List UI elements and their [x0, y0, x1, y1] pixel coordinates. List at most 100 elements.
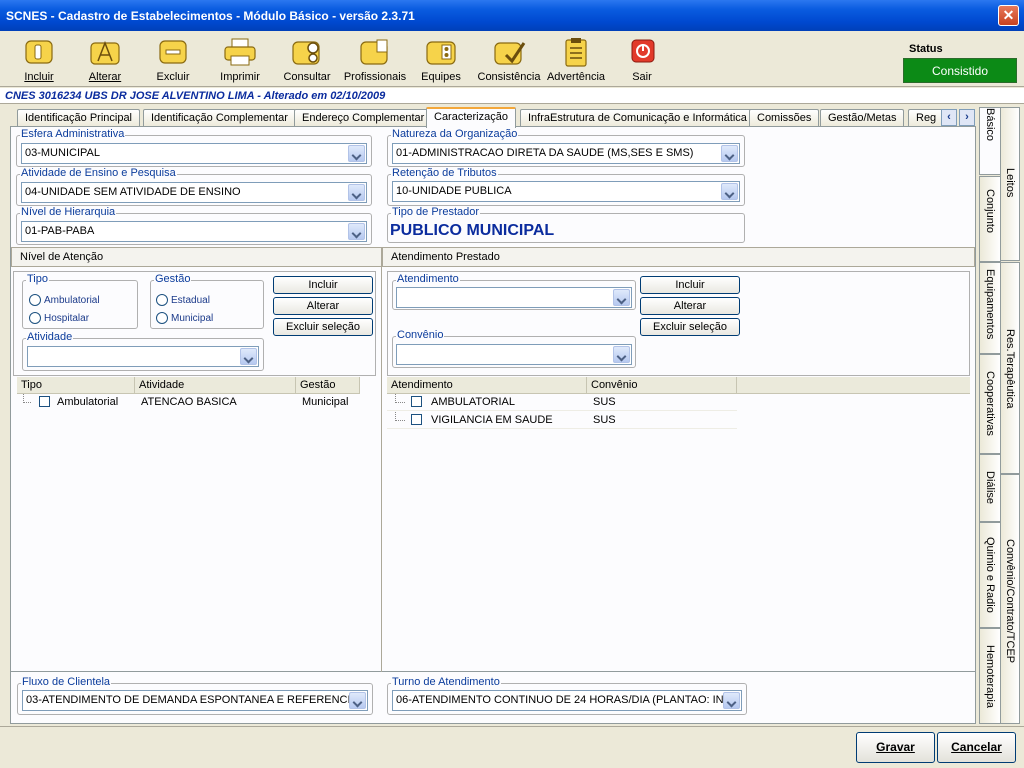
- tab-gestao-metas[interactable]: Gestão/Metas: [820, 109, 905, 127]
- table-row[interactable]: VIGILANCIA EM SAUDE SUS: [387, 412, 737, 429]
- chevron-down-icon[interactable]: [349, 692, 366, 709]
- tab-comissoes[interactable]: Comissões: [749, 109, 820, 127]
- convenio-select[interactable]: [396, 344, 632, 365]
- gravar-button[interactable]: Gravar: [856, 732, 935, 763]
- close-window-button[interactable]: ✕: [998, 5, 1019, 26]
- col-convenio[interactable]: Convênio: [587, 377, 737, 393]
- retencao-select[interactable]: 10-UNIDADE PUBLICA: [392, 181, 740, 202]
- chevron-down-icon[interactable]: [240, 348, 257, 365]
- row-checkbox[interactable]: [411, 394, 422, 411]
- radio-circle-icon: [156, 294, 168, 306]
- cancelar-label: Cancelar: [951, 740, 1002, 754]
- side-tab-cooperativas[interactable]: Cooperativas: [979, 354, 1001, 454]
- nivel-atencao-header: Nível de Atenção: [11, 247, 382, 267]
- atend-incluir-button[interactable]: Incluir: [640, 276, 740, 294]
- radio-estadual[interactable]: Estadual: [156, 294, 210, 306]
- window-title: SCNES - Cadastro de Estabelecimentos - M…: [6, 9, 415, 23]
- nivel-incluir-button[interactable]: Incluir: [273, 276, 373, 294]
- chevron-down-icon[interactable]: [721, 183, 738, 200]
- excluir-label: Excluir: [156, 71, 190, 83]
- table-row[interactable]: Ambulatorial ATENCAO BASICA Municipal: [17, 394, 360, 411]
- tree-connector: [23, 394, 31, 403]
- tipo-prestador-label: Tipo de Prestador: [391, 206, 481, 219]
- chevron-down-icon[interactable]: [721, 145, 738, 162]
- nivel-hierarquia-select[interactable]: 01-PAB-PABA: [21, 221, 367, 242]
- tab-identificacao-principal[interactable]: Identificação Principal: [17, 109, 141, 127]
- row-checkbox[interactable]: [411, 412, 422, 429]
- advertencia-button[interactable]: Advertência: [542, 35, 610, 85]
- side-tab-dialise[interactable]: Diálise: [979, 454, 1001, 522]
- natureza-select[interactable]: 01-ADMINISTRACAO DIRETA DA SAUDE (MS,SES…: [392, 143, 740, 164]
- chevron-down-icon[interactable]: [348, 145, 365, 162]
- consistencia-button[interactable]: Consistência: [474, 35, 544, 85]
- consultar-button[interactable]: Consultar: [274, 35, 340, 85]
- alterar-button[interactable]: Alterar: [72, 35, 138, 85]
- chevron-down-icon[interactable]: [348, 184, 365, 201]
- side-tab-cooperativas-label: Cooperativas: [984, 371, 996, 436]
- turno-select[interactable]: 06-ATENDIMENTO CONTINUO DE 24 HORAS/DIA …: [392, 690, 742, 711]
- side-tab-equipamentos[interactable]: Equipamentos: [979, 262, 1001, 354]
- chevron-down-icon[interactable]: [613, 346, 630, 363]
- table-row[interactable]: AMBULATORIAL SUS: [387, 394, 737, 411]
- side-tab-hemoterapia[interactable]: Hemoterapia: [979, 628, 1001, 724]
- tab-endereco-complementar[interactable]: Endereço Complementar: [294, 109, 433, 127]
- tab-identificacao-complementar[interactable]: Identificação Complementar: [143, 109, 296, 127]
- tab-infraestrutura[interactable]: InfraEstrutura de Comunicação e Informát…: [520, 109, 755, 127]
- tipo-label: Tipo: [26, 273, 49, 286]
- side-tab-conjunto[interactable]: Conjunto: [979, 176, 1001, 262]
- atividade-label: Atividade: [26, 331, 74, 344]
- side-tab-res-terapeutica[interactable]: Res.Terapêutica: [1000, 262, 1020, 474]
- atividade-ensino-select[interactable]: 04-UNIDADE SEM ATIVIDADE DE ENSINO: [21, 182, 367, 203]
- nivel-grid-header: Tipo Atividade Gestão: [17, 377, 360, 394]
- col-atendimento[interactable]: Atendimento: [387, 377, 587, 393]
- chevron-down-icon[interactable]: [348, 223, 365, 240]
- profissionais-label: Profissionais: [343, 71, 407, 83]
- radio-hospitalar[interactable]: Hospitalar: [29, 312, 89, 324]
- equipes-label: Equipes: [421, 71, 461, 83]
- esfera-select[interactable]: 03-MUNICIPAL: [21, 143, 367, 164]
- equipes-button[interactable]: Equipes: [408, 35, 474, 85]
- side-tab-leitos[interactable]: Leitos: [1000, 107, 1020, 261]
- chevron-down-icon[interactable]: [723, 692, 740, 709]
- side-tab-quimio-label: Quimio e Radio: [984, 537, 996, 613]
- municipal-option-label: Municipal: [171, 313, 214, 324]
- atend-excluir-button[interactable]: Excluir seleção: [640, 318, 740, 336]
- atendimento-select[interactable]: [396, 287, 632, 308]
- imprimir-button[interactable]: Imprimir: [207, 35, 273, 85]
- radio-municipal[interactable]: Municipal: [156, 312, 213, 324]
- row-checkbox[interactable]: [39, 394, 50, 411]
- search-icon: [292, 41, 320, 65]
- turno-label: Turno de Atendimento: [391, 676, 501, 689]
- estadual-option-label: Estadual: [171, 295, 210, 306]
- side-tab-basico[interactable]: Básico: [979, 107, 1001, 175]
- profissionais-button[interactable]: Profissionais: [341, 35, 409, 85]
- atendimento-form: Atendimento Convênio Incluir Alterar Exc…: [387, 271, 970, 376]
- cancelar-button[interactable]: Cancelar: [937, 732, 1016, 763]
- excluir-button[interactable]: Excluir: [140, 35, 206, 85]
- radio-ambulatorial[interactable]: Ambulatorial: [29, 294, 100, 306]
- tab-reg[interactable]: Reg: [908, 109, 945, 127]
- printer-icon: [224, 38, 256, 66]
- fluxo-select[interactable]: 03-ATENDIMENTO DE DEMANDA ESPONTANEA E R…: [22, 690, 368, 711]
- retencao-group: Retenção de Tributos 10-UNIDADE PUBLICA: [387, 167, 745, 206]
- chevron-down-icon[interactable]: [613, 289, 630, 306]
- col-atividade[interactable]: Atividade: [135, 377, 296, 393]
- nivel-hierarquia-label: Nível de Hierarquia: [20, 206, 117, 219]
- sair-button[interactable]: Sair: [609, 35, 675, 85]
- tipo-prestador-value: PUBLICO MUNICIPAL: [390, 222, 555, 239]
- team-icon: [426, 41, 456, 65]
- atividade-select[interactable]: [27, 346, 259, 367]
- tab-scroll-left-icon[interactable]: ‹: [941, 109, 957, 126]
- ambulatorial-option-label: Ambulatorial: [44, 295, 100, 306]
- side-tab-leitos-label: Leitos: [1004, 168, 1016, 198]
- nivel-alterar-button[interactable]: Alterar: [273, 297, 373, 315]
- tab-caracterizacao[interactable]: Caracterização: [426, 107, 516, 128]
- tab-scroll-right-icon[interactable]: ›: [959, 109, 975, 126]
- atend-alterar-button[interactable]: Alterar: [640, 297, 740, 315]
- side-tab-quimio-radio[interactable]: Quimio e Radio: [979, 522, 1001, 628]
- col-tipo[interactable]: Tipo: [17, 377, 135, 393]
- col-gestao[interactable]: Gestão: [296, 377, 360, 393]
- incluir-button[interactable]: Incluir: [6, 35, 72, 85]
- side-tab-convenio-contrato[interactable]: Convênio/Contrato/TCEP: [1000, 474, 1020, 724]
- nivel-excluir-button[interactable]: Excluir seleção: [273, 318, 373, 336]
